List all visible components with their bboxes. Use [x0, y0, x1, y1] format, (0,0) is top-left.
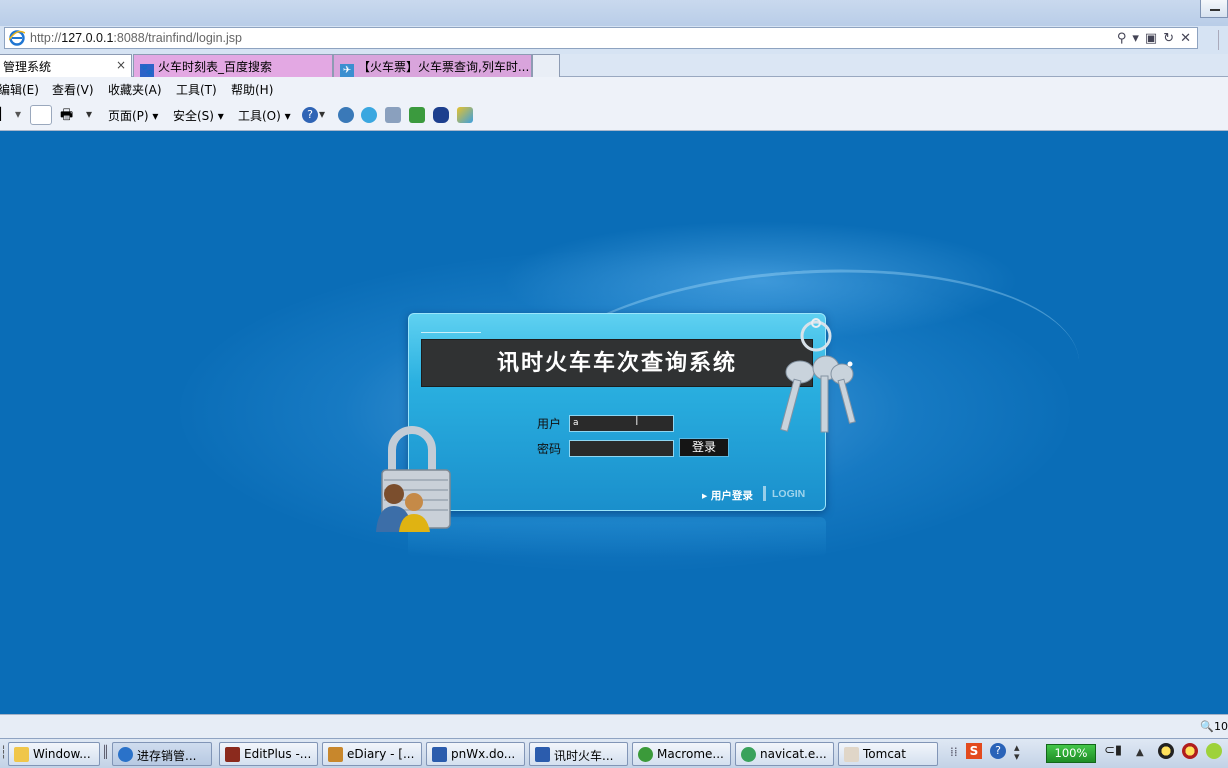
- safety-menu[interactable]: 安全(S) ▾: [173, 107, 224, 124]
- tray-scroll-icon[interactable]: ▴ ▾: [1014, 742, 1020, 765]
- address-bar[interactable]: http://127.0.0.1:8088/trainfind/login.js…: [4, 27, 1198, 49]
- ediary-icon: [328, 747, 343, 762]
- addon-icon[interactable]: [457, 107, 473, 123]
- window-title-bar: [0, 0, 1228, 26]
- system-title: 讯时火车车次查询系统: [421, 339, 813, 387]
- task-inventory[interactable]: 进存销管...: [112, 742, 212, 766]
- zoom-level[interactable]: 🔍10: [1200, 720, 1228, 733]
- compatibility-view-icon[interactable]: ▣: [1145, 31, 1157, 46]
- help-icon[interactable]: ?: [302, 107, 318, 123]
- site-icon: ✈: [340, 64, 354, 77]
- dropdown-arrow-icon[interactable]: ▾: [1132, 31, 1139, 46]
- ie-icon: [118, 747, 133, 762]
- tab-admin[interactable]: 管理系统 ×: [0, 54, 132, 77]
- research-icon[interactable]: [385, 107, 401, 123]
- scroll-indicator: [1218, 30, 1228, 50]
- refresh-icon[interactable]: ↻: [1163, 31, 1174, 46]
- login-text: LOGIN: [772, 488, 806, 500]
- lock-users-icon: [376, 426, 451, 532]
- menu-tools[interactable]: 工具(T): [176, 81, 217, 98]
- task-tomcat[interactable]: Tomcat: [838, 742, 938, 766]
- feeds-icon[interactable]: ▏: [0, 107, 9, 121]
- task-navicat[interactable]: navicat.e...: [735, 742, 834, 766]
- address-row: http://127.0.0.1:8088/trainfind/login.js…: [0, 26, 1228, 54]
- status-bar: 🔍10: [0, 714, 1228, 738]
- close-icon[interactable]: ×: [116, 58, 126, 72]
- username-label: 用户: [537, 417, 562, 431]
- tab-train-tickets[interactable]: ✈ 【火车票】火车票查询,列车时...: [333, 54, 532, 77]
- ie-icon: [9, 30, 25, 46]
- editplus-icon: [225, 747, 240, 762]
- dropdown-arrow-icon[interactable]: ▾: [319, 107, 325, 121]
- menu-edit[interactable]: 编辑(E): [0, 81, 39, 98]
- user-login-text: ▸ 用户登录: [702, 490, 753, 502]
- shield-icon[interactable]: [361, 107, 377, 123]
- dreamweaver-icon: [638, 747, 653, 762]
- taskbar: ┆ Window... ║ 进存销管... EditPlus -... eDia…: [0, 738, 1228, 768]
- login-panel: 讯时火车车次查询系统 用户 a I 密码 登录 ▸ 用户登录 LOGIN: [408, 313, 826, 511]
- dropdown-arrow-icon[interactable]: ▾: [86, 107, 92, 121]
- globe-icon[interactable]: [338, 107, 354, 123]
- username-input[interactable]: a: [569, 415, 674, 432]
- page-menu[interactable]: 页面(P) ▾: [108, 107, 158, 124]
- tab-label: 火车时刻表_百度搜索: [158, 60, 273, 74]
- command-bar: ▏ ▾ 🖶 ▾ 页面(P) ▾ 安全(S) ▾ 工具(O) ▾ ? ▾: [0, 99, 1228, 131]
- folder-icon: [14, 747, 29, 762]
- show-hidden-icons-icon[interactable]: ▲: [1136, 747, 1144, 768]
- tab-label: 【火车票】火车票查询,列车时...: [358, 60, 530, 74]
- panel-highlight: [421, 332, 481, 333]
- baidu-icon: 🐾: [140, 64, 154, 77]
- stop-icon[interactable]: ✕: [1180, 31, 1191, 46]
- tab-label: 管理系统: [3, 60, 52, 74]
- taskbar-grip: ║: [102, 745, 110, 759]
- task-train-doc[interactable]: 讯时火车...: [529, 742, 628, 766]
- tab-strip: 管理系统 × 🐾 火车时刻表_百度搜索 ✈ 【火车票】火车票查询,列车时...: [0, 54, 1228, 77]
- qq-icon[interactable]: [1158, 743, 1174, 759]
- divider: [763, 486, 766, 501]
- tomcat-icon: [844, 747, 859, 762]
- qq-icon[interactable]: [1182, 743, 1198, 759]
- task-word-doc[interactable]: pnWx.do...: [426, 742, 525, 766]
- task-editplus[interactable]: EditPlus -...: [219, 742, 318, 766]
- power-plug-icon[interactable]: ⊂▮: [1104, 743, 1122, 765]
- keys-icon: [780, 318, 856, 433]
- tab-baidu[interactable]: 🐾 火车时刻表_百度搜索: [133, 54, 333, 77]
- task-macromedia[interactable]: Macrome...: [632, 742, 731, 766]
- taskbar-grip: ⁞⁞: [950, 745, 958, 759]
- task-ediary[interactable]: eDiary - [...: [322, 742, 422, 766]
- evernote-icon[interactable]: [409, 107, 425, 123]
- bluetooth-icon[interactable]: [433, 107, 449, 123]
- task-windows[interactable]: Window...: [8, 742, 100, 766]
- search-icon[interactable]: ⚲: [1117, 31, 1127, 46]
- password-input[interactable]: [569, 440, 674, 457]
- taskbar-grip: ┆: [0, 745, 8, 759]
- dropdown-arrow-icon[interactable]: ▾: [15, 107, 21, 121]
- url-text: http://127.0.0.1:8088/trainfind/login.js…: [30, 31, 242, 45]
- navicat-icon: [741, 747, 756, 762]
- minimize-button[interactable]: [1200, 0, 1228, 18]
- read-mail-icon[interactable]: [30, 105, 52, 125]
- tools-menu[interactable]: 工具(O) ▾: [238, 107, 291, 124]
- print-icon[interactable]: 🖶: [60, 104, 73, 128]
- word-icon: [432, 747, 447, 762]
- menu-favorites[interactable]: 收藏夹(A): [108, 81, 162, 98]
- page-content: 讯时火车车次查询系统 用户 a I 密码 登录 ▸ 用户登录 LOGIN: [0, 131, 1228, 714]
- sogou-icon[interactable]: S: [966, 743, 982, 759]
- menu-view[interactable]: 查看(V): [52, 81, 94, 98]
- password-label: 密码: [537, 442, 562, 456]
- menu-help[interactable]: 帮助(H): [231, 81, 273, 98]
- menu-bar: 编辑(E) 查看(V) 收藏夹(A) 工具(T) 帮助(H): [0, 77, 1228, 99]
- new-tab-button[interactable]: [532, 54, 560, 77]
- login-button[interactable]: 登录: [679, 438, 729, 457]
- network-icon[interactable]: [1206, 743, 1222, 759]
- panel-reflection: [408, 517, 826, 557]
- text-cursor-icon: I: [635, 414, 639, 428]
- battery-indicator[interactable]: 100%: [1046, 744, 1096, 763]
- help-icon[interactable]: ?: [990, 743, 1006, 759]
- word-icon: [535, 747, 550, 762]
